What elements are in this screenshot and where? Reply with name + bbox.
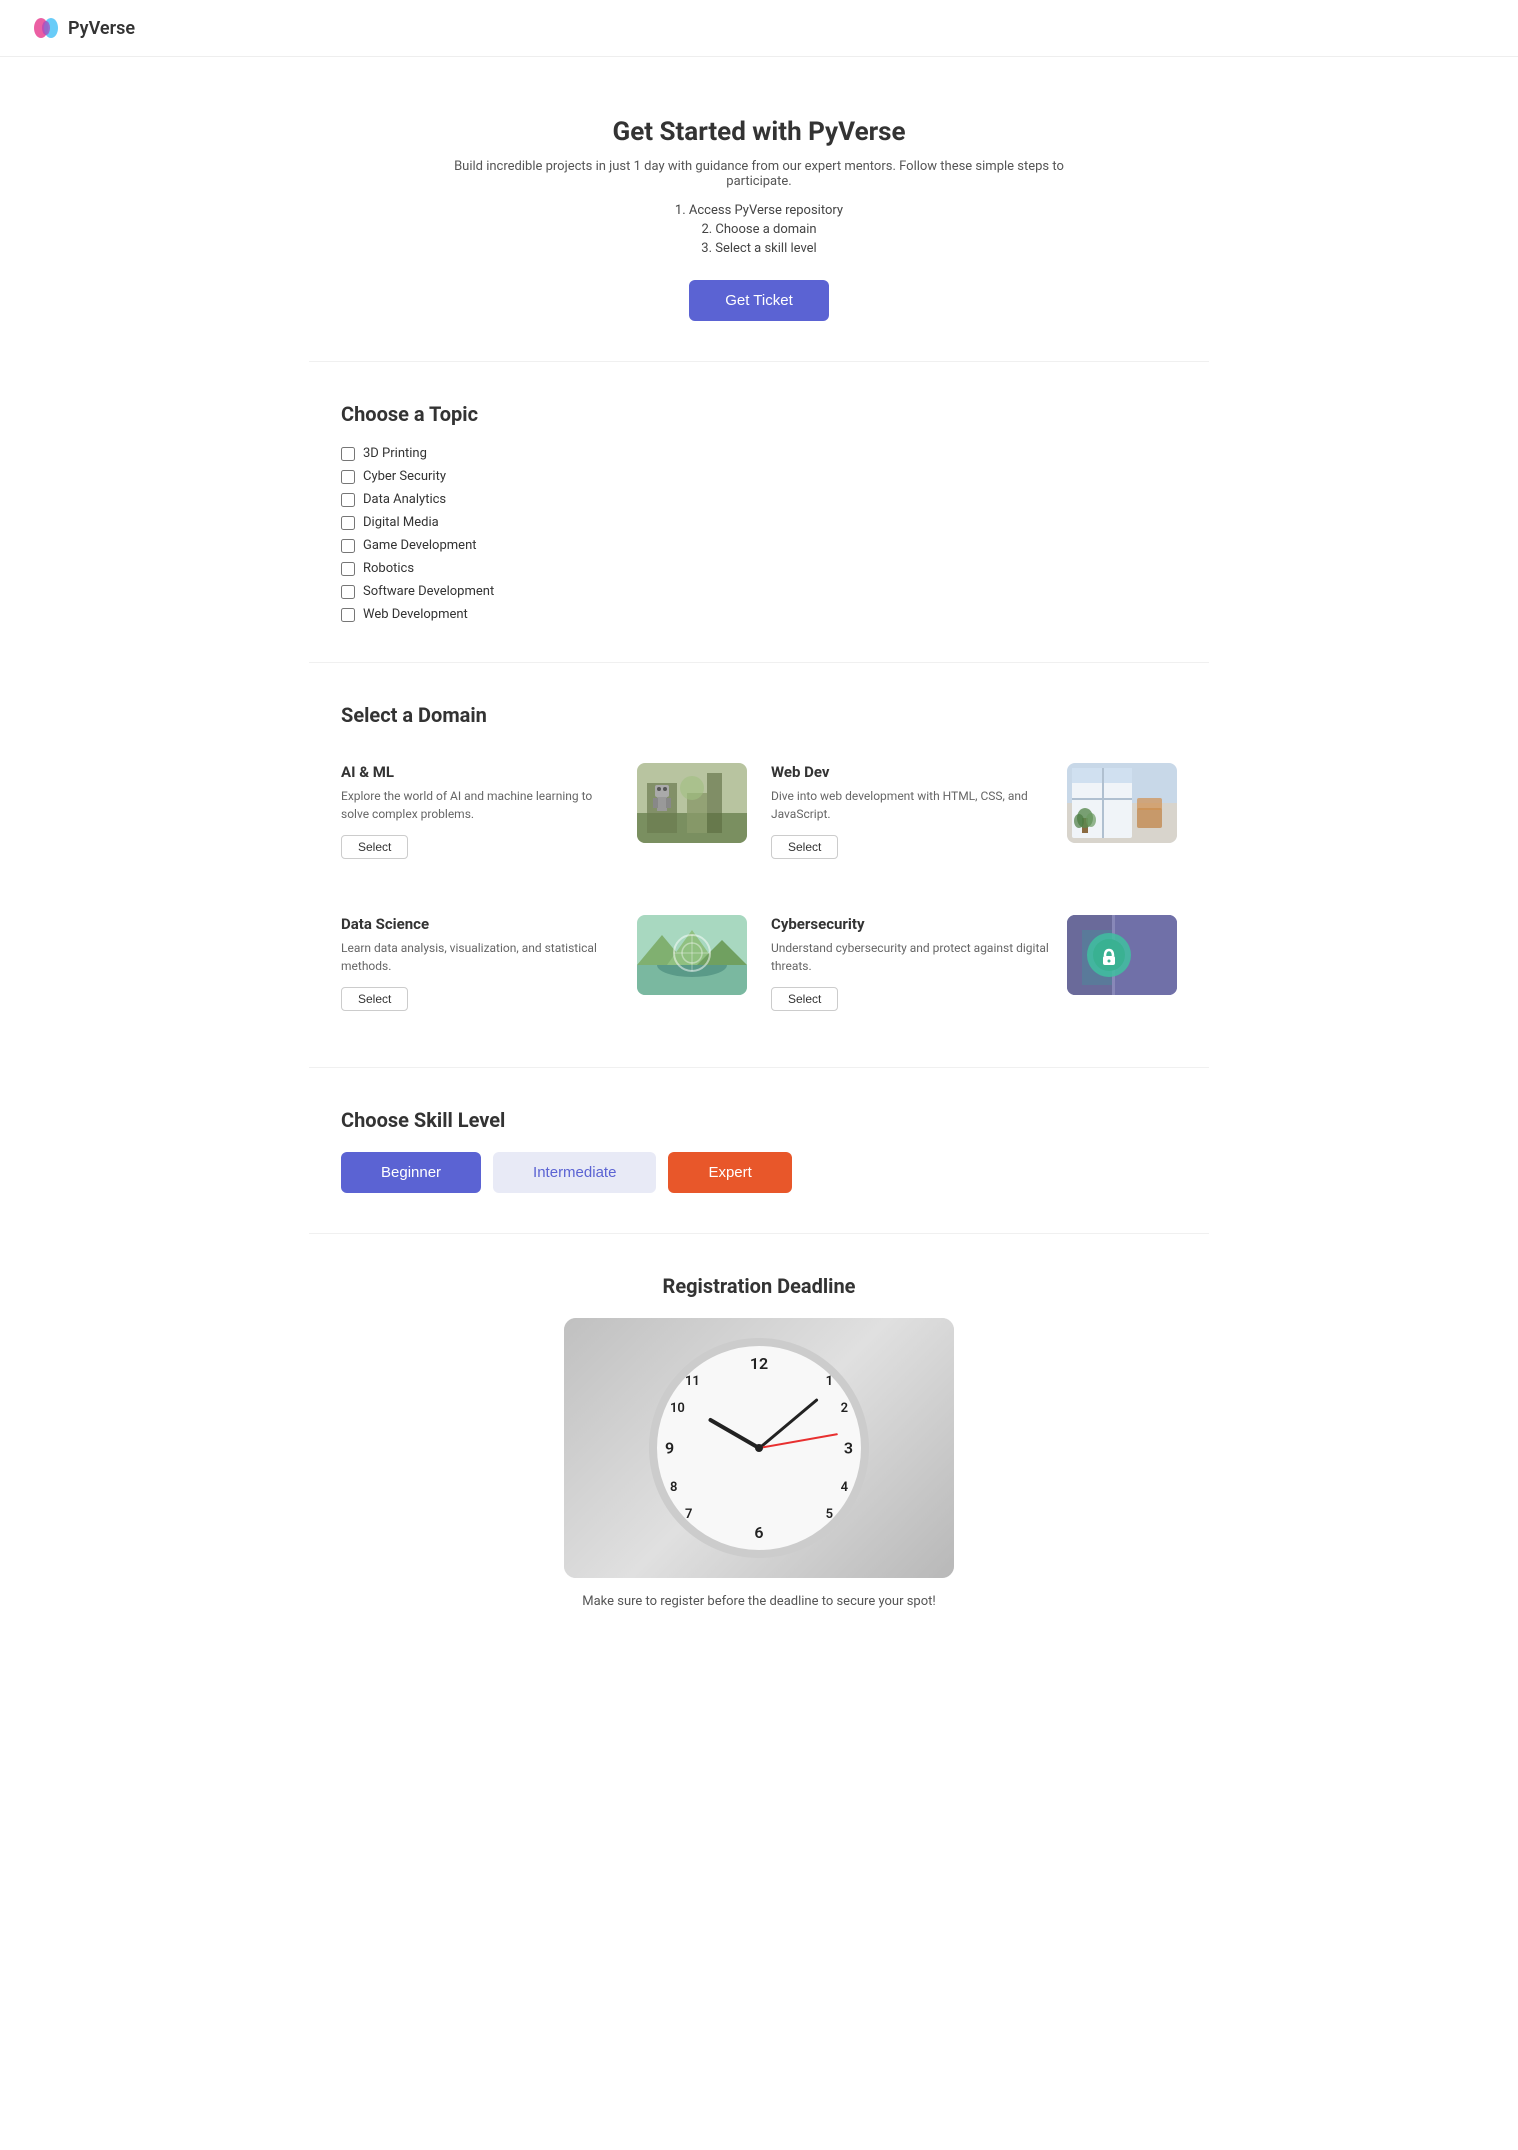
domain-title-data-science: Data Science [341, 915, 621, 933]
clock-num-5: 5 [826, 1507, 833, 1522]
topic-label-3d-printing: 3D Printing [363, 446, 427, 461]
topic-checkbox-digital-media[interactable] [341, 516, 355, 530]
domain-image-web-dev [1067, 763, 1177, 843]
topic-item-data-analytics[interactable]: Data Analytics [341, 492, 1177, 507]
topic-item-3d-printing[interactable]: 3D Printing [341, 446, 1177, 461]
domain-desc-web-dev: Dive into web development with HTML, CSS… [771, 787, 1051, 823]
clock-hour-hand [708, 1417, 760, 1449]
hero-steps: 1. Access PyVerse repository 2. Choose a… [429, 203, 1089, 256]
domain-select-web-dev[interactable]: Select [771, 835, 838, 859]
domain-desc-ai-ml: Explore the world of AI and machine lear… [341, 787, 621, 823]
domain-title-web-dev: Web Dev [771, 763, 1051, 781]
topic-label-digital-media: Digital Media [363, 515, 439, 530]
clock-num-8: 8 [670, 1480, 677, 1495]
domain-select-ai-ml[interactable]: Select [341, 835, 408, 859]
domain-image-data-science [637, 915, 747, 995]
domain-card-cybersecurity: Cybersecurity Understand cybersecurity a… [771, 899, 1177, 1027]
topic-item-cyber-security[interactable]: Cyber Security [341, 469, 1177, 484]
domain-desc-data-science: Learn data analysis, visualization, and … [341, 939, 621, 975]
skill-level-heading: Choose Skill Level [341, 1108, 1177, 1132]
topic-checkbox-web-development[interactable] [341, 608, 355, 622]
domain-card-web-dev-content: Web Dev Dive into web development with H… [771, 763, 1051, 859]
clock-num-6: 6 [754, 1523, 763, 1542]
skill-level-section: Choose Skill Level Beginner Intermediate… [309, 1068, 1209, 1233]
topic-checkbox-cyber-security[interactable] [341, 470, 355, 484]
domain-card-web-dev: Web Dev Dive into web development with H… [771, 747, 1177, 875]
topic-label-cyber-security: Cyber Security [363, 469, 446, 484]
clock-num-11: 11 [685, 1374, 700, 1389]
topic-item-software-development[interactable]: Software Development [341, 584, 1177, 599]
topic-label-data-analytics: Data Analytics [363, 492, 446, 507]
domain-section: Select a Domain AI & ML Explore the worl… [309, 663, 1209, 1067]
domain-select-data-science[interactable]: Select [341, 987, 408, 1011]
domain-card-cybersecurity-content: Cybersecurity Understand cybersecurity a… [771, 915, 1051, 1011]
topic-label-robotics: Robotics [363, 561, 414, 576]
topic-item-digital-media[interactable]: Digital Media [341, 515, 1177, 530]
domain-card-data-science-content: Data Science Learn data analysis, visual… [341, 915, 621, 1011]
domain-title-ai-ml: AI & ML [341, 763, 621, 781]
topic-checkbox-software-development[interactable] [341, 585, 355, 599]
domain-card-ai-ml-content: AI & ML Explore the world of AI and mach… [341, 763, 621, 859]
domain-card-ai-ml: AI & ML Explore the world of AI and mach… [341, 747, 747, 875]
topics-section: Choose a Topic 3D Printing Cyber Securit… [309, 362, 1209, 662]
domain-grid: AI & ML Explore the world of AI and mach… [341, 747, 1177, 1027]
clock-num-9: 9 [665, 1439, 674, 1458]
domain-select-cybersecurity[interactable]: Select [771, 987, 838, 1011]
clock-num-3: 3 [844, 1439, 853, 1458]
clock-num-1: 1 [826, 1374, 833, 1389]
hero-step-2: 2. Choose a domain [429, 222, 1089, 237]
clock-num-2: 2 [841, 1401, 848, 1416]
skill-buttons-group: Beginner Intermediate Expert [341, 1152, 1177, 1193]
deadline-section: Registration Deadline 12 3 6 9 5 7 1 11 … [409, 1234, 1109, 1669]
domain-desc-cybersecurity: Understand cybersecurity and protect aga… [771, 939, 1051, 975]
skill-button-intermediate[interactable]: Intermediate [493, 1152, 656, 1193]
domain-title-cybersecurity: Cybersecurity [771, 915, 1051, 933]
clock-center-dot [755, 1444, 763, 1452]
clock-face: 12 3 6 9 5 7 1 11 2 4 8 10 [649, 1338, 869, 1558]
pyverse-logo-icon [32, 14, 60, 42]
clock-num-10: 10 [670, 1401, 685, 1416]
navbar: PyVerse [0, 0, 1518, 57]
topic-label-software-development: Software Development [363, 584, 494, 599]
domain-heading: Select a Domain [341, 703, 1177, 727]
deadline-note: Make sure to register before the deadlin… [441, 1594, 1077, 1609]
clock-container: 12 3 6 9 5 7 1 11 2 4 8 10 [564, 1318, 954, 1578]
topics-heading: Choose a Topic [341, 402, 1177, 426]
topic-item-game-development[interactable]: Game Development [341, 538, 1177, 553]
hero-section: Get Started with PyVerse Build incredibl… [409, 57, 1109, 361]
domain-card-data-science: Data Science Learn data analysis, visual… [341, 899, 747, 1027]
brand-logo: PyVerse [32, 14, 135, 42]
topic-label-game-development: Game Development [363, 538, 477, 553]
domain-image-cybersecurity [1067, 915, 1177, 995]
hero-title: Get Started with PyVerse [429, 117, 1089, 147]
clock-num-12: 12 [750, 1354, 768, 1373]
topic-label-web-development: Web Development [363, 607, 468, 622]
domain-image-ai-ml [637, 763, 747, 843]
hero-step-1: 1. Access PyVerse repository [429, 203, 1089, 218]
skill-button-expert[interactable]: Expert [668, 1152, 791, 1193]
topic-checkbox-game-development[interactable] [341, 539, 355, 553]
hero-description: Build incredible projects in just 1 day … [429, 159, 1089, 189]
clock-num-4: 4 [841, 1480, 848, 1495]
clock-num-7: 7 [685, 1507, 692, 1522]
topic-list: 3D Printing Cyber Security Data Analytic… [341, 446, 1177, 622]
get-ticket-button[interactable]: Get Ticket [689, 280, 829, 321]
hero-step-3: 3. Select a skill level [429, 241, 1089, 256]
topic-item-robotics[interactable]: Robotics [341, 561, 1177, 576]
skill-button-beginner[interactable]: Beginner [341, 1152, 481, 1193]
topic-checkbox-3d-printing[interactable] [341, 447, 355, 461]
topic-checkbox-data-analytics[interactable] [341, 493, 355, 507]
topic-item-web-development[interactable]: Web Development [341, 607, 1177, 622]
topic-checkbox-robotics[interactable] [341, 562, 355, 576]
brand-name: PyVerse [68, 18, 135, 39]
deadline-heading: Registration Deadline [441, 1274, 1077, 1298]
